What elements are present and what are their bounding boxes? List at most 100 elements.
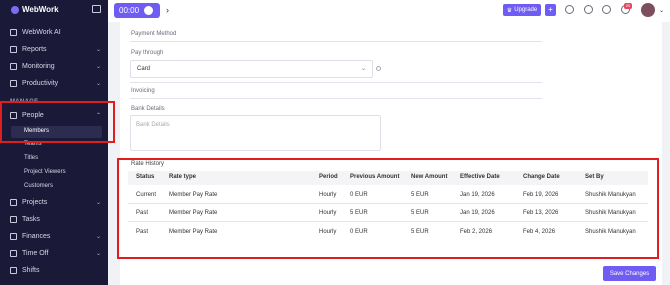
sidebar-item-label: Time Off <box>22 249 49 257</box>
sidebar-item-time-off[interactable]: Time Off ⌄ <box>0 245 108 261</box>
column-header-previous-amount: Previous Amount <box>350 174 400 180</box>
sidebar-item-label: Monitoring <box>22 62 55 70</box>
table-cell: Feb 19, 2026 <box>523 192 559 198</box>
sidebar-subitem-titles[interactable]: Titles <box>24 155 38 161</box>
upgrade-button[interactable]: ♛ Upgrade <box>503 4 541 16</box>
download-icon[interactable] <box>565 5 574 14</box>
table-cell: Feb 2, 2026 <box>460 229 493 235</box>
column-header-effective-date: Effective Date <box>460 174 500 180</box>
table-cell: 5 EUR <box>350 210 368 216</box>
rate-history-title: Rate History <box>131 161 165 167</box>
bank-details-label: Bank Details <box>131 106 165 112</box>
crown-icon: ♛ <box>506 7 513 14</box>
table-cell: Shushik Manukyan <box>585 210 636 216</box>
sidebar-item-productivity[interactable]: Productivity ⌄ <box>0 75 108 91</box>
table-cell: Past <box>136 210 149 216</box>
table-cell: 5 EUR <box>411 229 429 235</box>
divider <box>130 82 542 83</box>
divider <box>130 98 542 99</box>
chevron-down-icon: ⌄ <box>95 250 101 257</box>
sidebar-item-shifts[interactable]: Shifts <box>0 262 108 278</box>
productivity-icon <box>10 79 17 87</box>
pay-through-select[interactable] <box>130 60 373 78</box>
chat-icon[interactable] <box>584 5 593 14</box>
sidebar-item-label: Projects <box>22 198 48 206</box>
sidebar-subitem-project-viewers[interactable]: Project Viewers <box>24 169 66 175</box>
column-header-period: Period <box>319 174 338 180</box>
sidebar-item-monitoring[interactable]: Monitoring ⌄ <box>0 58 108 74</box>
chevron-down-icon: ⌄ <box>95 80 101 87</box>
row-divider <box>128 203 648 204</box>
timer-stop-icon[interactable] <box>144 6 154 15</box>
chevron-down-icon: ⌄ <box>95 46 101 53</box>
table-cell: Member Pay Rate <box>169 229 218 235</box>
column-header-status: Status <box>136 174 155 180</box>
info-icon[interactable] <box>376 66 381 71</box>
save-changes-button[interactable]: Save Changes <box>603 266 656 281</box>
save-changes-label: Save Changes <box>609 270 650 277</box>
table-cell: 0 EUR <box>350 192 368 198</box>
bank-details-placeholder: Bank Details <box>136 122 170 128</box>
sidebar-item-webwork-ai[interactable]: WebWork AI <box>0 24 108 40</box>
app-logo[interactable]: WebWork <box>11 5 59 14</box>
timer-widget[interactable]: 00:00 <box>114 3 160 18</box>
monitoring-icon <box>10 62 17 70</box>
notification-badge: 20 <box>624 3 632 9</box>
column-header-set-by: Set By <box>585 174 604 180</box>
table-cell: Current <box>136 192 157 198</box>
timer-value: 00:00 <box>119 6 140 15</box>
sidebar-item-finances[interactable]: Finances ⌄ <box>0 228 108 244</box>
chevron-right-icon[interactable]: › <box>166 5 169 15</box>
sidebar-item-projects[interactable]: Projects ⌄ <box>0 194 108 210</box>
table-cell: Hourly <box>319 192 337 198</box>
pay-through-value: Card <box>137 66 151 72</box>
table-cell: 5 EUR <box>411 210 429 216</box>
table-cell: Jan 19, 2026 <box>460 192 495 198</box>
table-cell: Feb 4, 2026 <box>523 229 556 235</box>
add-button[interactable]: + <box>545 4 556 16</box>
table-cell: Past <box>136 229 149 235</box>
tasks-icon <box>10 215 17 223</box>
sidebar-item-label: Finances <box>22 232 51 240</box>
sidebar-collapse-icon[interactable] <box>92 5 101 13</box>
avatar[interactable] <box>641 3 655 17</box>
table-cell: Shushik Manukyan <box>585 192 636 198</box>
divider <box>130 41 542 42</box>
upgrade-label: Upgrade <box>514 7 538 13</box>
chevron-down-icon: ⌄ <box>95 199 101 206</box>
table-cell: Member Pay Rate <box>169 210 218 216</box>
table-cell: Jan 19, 2026 <box>460 210 495 216</box>
table-cell: Hourly <box>319 229 337 235</box>
sidebar-item-reports[interactable]: Reports ⌄ <box>0 41 108 57</box>
webwork-logo-icon <box>11 5 19 14</box>
reports-icon <box>10 45 17 53</box>
table-cell: 0 EUR <box>350 229 368 235</box>
payment-method-heading: Payment Method <box>131 31 177 37</box>
chevron-down-icon[interactable]: ⌄ <box>659 7 664 14</box>
chevron-down-icon: ⌄ <box>95 63 101 70</box>
people-highlight-box <box>0 101 115 143</box>
app-name: WebWork <box>22 5 59 14</box>
column-header-rate-type: Rate type <box>169 174 197 180</box>
shifts-icon <box>10 266 17 274</box>
sidebar-item-label: Reports <box>22 45 47 53</box>
table-cell: Member Pay Rate <box>169 192 218 198</box>
finances-icon <box>10 232 17 240</box>
column-header-new-amount: New Amount <box>411 174 448 180</box>
sparkle-icon <box>10 28 17 36</box>
table-cell: Feb 13, 2026 <box>523 210 559 216</box>
table-cell: Hourly <box>319 210 337 216</box>
row-divider <box>128 221 648 222</box>
projects-icon <box>10 198 17 206</box>
invoicing-heading: Invoicing <box>131 88 155 94</box>
sidebar-item-label: Shifts <box>22 266 40 274</box>
bank-details-input[interactable] <box>130 115 381 151</box>
gear-icon[interactable] <box>602 5 611 14</box>
column-header-change-date: Change Date <box>523 174 560 180</box>
table-cell: Shushik Manukyan <box>585 229 636 235</box>
table-cell: 5 EUR <box>411 192 429 198</box>
sidebar-item-tasks[interactable]: Tasks <box>0 211 108 227</box>
sidebar-subitem-customers[interactable]: Customers <box>24 183 53 189</box>
time-off-icon <box>10 249 17 257</box>
sidebar-item-label: Tasks <box>22 215 40 223</box>
